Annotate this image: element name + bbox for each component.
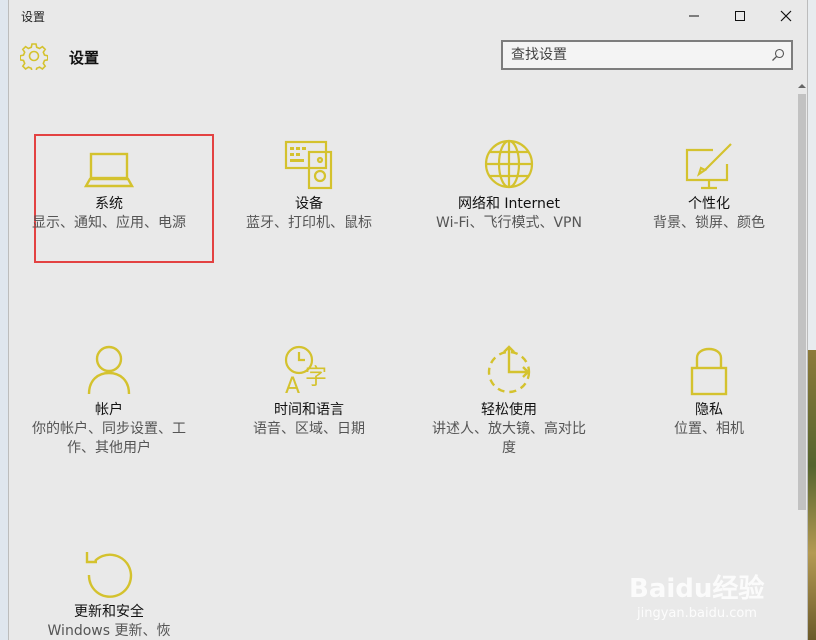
tile-name: 系统 xyxy=(95,196,123,212)
tile-desc: 显示、通知、应用、电源 xyxy=(32,215,186,231)
desktop-right-strip xyxy=(808,0,816,640)
tile-name: 时间和语言 xyxy=(274,402,344,418)
scroll-up-icon[interactable] xyxy=(797,82,807,90)
tile-desc: 你的帐户、同步设置、工作、其他用户 xyxy=(32,421,186,456)
svg-text:字: 字 xyxy=(305,365,327,390)
search-icon[interactable] xyxy=(771,48,785,62)
gear-icon xyxy=(20,43,48,70)
tile-desc: 语音、区域、日期 xyxy=(253,421,365,437)
tile-desc: 背景、锁屏、颜色 xyxy=(653,215,765,231)
maximize-button[interactable] xyxy=(717,0,763,32)
ease-of-access-icon xyxy=(487,345,531,394)
watermark: Baidu经验 jingyan.baidu.com xyxy=(629,568,779,628)
search-box[interactable] xyxy=(501,40,793,70)
settings-window: 设置 设置 系统 显示、通知、应用、电源 xyxy=(8,0,808,640)
desktop-wallpaper xyxy=(808,350,816,640)
globe-icon xyxy=(484,139,534,189)
watermark-brand: Baidu经验 xyxy=(629,574,765,604)
svg-text:A: A xyxy=(285,374,300,396)
tile-accounts[interactable]: 帐户 你的帐户、同步设置、工作、其他用户 xyxy=(9,336,209,458)
tile-name: 设备 xyxy=(295,196,323,212)
tile-time-language[interactable]: A 字 时间和语言 语音、区域、日期 xyxy=(209,336,409,439)
tile-name: 隐私 xyxy=(695,402,723,418)
tile-desc: 蓝牙、打印机、鼠标 xyxy=(246,215,372,231)
watermark-url: jingyan.baidu.com xyxy=(637,606,757,621)
title-bar[interactable]: 设置 xyxy=(9,0,807,32)
tile-desc: Wi-Fi、飞行模式、VPN xyxy=(436,215,582,231)
tile-system[interactable]: 系统 显示、通知、应用、电源 xyxy=(9,130,209,233)
laptop-icon xyxy=(83,152,135,188)
tile-name: 个性化 xyxy=(688,196,730,212)
tile-name: 网络和 Internet xyxy=(457,196,561,212)
tile-name: 帐户 xyxy=(95,402,123,418)
tile-desc: Windows 更新、恢 xyxy=(47,623,171,639)
lock-icon xyxy=(690,347,728,396)
tile-ease-of-access[interactable]: 轻松使用 讲述人、放大镜、高对比度 xyxy=(409,336,609,458)
minimize-button[interactable] xyxy=(671,0,717,32)
keyboard-speaker-icon xyxy=(284,140,333,190)
search-input[interactable] xyxy=(511,45,761,65)
page-title: 设置 xyxy=(69,49,100,67)
tile-name: 更新和安全 xyxy=(74,604,144,620)
tile-name: 轻松使用 xyxy=(481,402,537,418)
close-button[interactable] xyxy=(763,0,807,32)
tile-desc: 位置、相机 xyxy=(674,421,744,437)
tile-desc: 讲述人、放大镜、高对比度 xyxy=(432,421,586,456)
tile-network[interactable]: 网络和 Internet Wi-Fi、飞行模式、VPN xyxy=(409,130,609,233)
paint-brush-icon xyxy=(685,143,732,190)
tile-privacy[interactable]: 隐私 位置、相机 xyxy=(609,336,807,439)
minimize-icon xyxy=(689,15,699,17)
clock-language-icon: A 字 xyxy=(284,345,327,396)
desktop-left-strip xyxy=(0,0,8,640)
close-icon xyxy=(780,10,792,22)
maximize-icon xyxy=(735,11,745,21)
tile-devices[interactable]: 设备 蓝牙、打印机、鼠标 xyxy=(209,130,409,233)
person-icon xyxy=(87,345,131,395)
tile-update-security[interactable]: 更新和安全 Windows 更新、恢 xyxy=(9,538,209,640)
window-title: 设置 xyxy=(21,10,46,24)
refresh-icon xyxy=(85,552,133,598)
tile-personalization[interactable]: 个性化 背景、锁屏、颜色 xyxy=(609,130,807,233)
